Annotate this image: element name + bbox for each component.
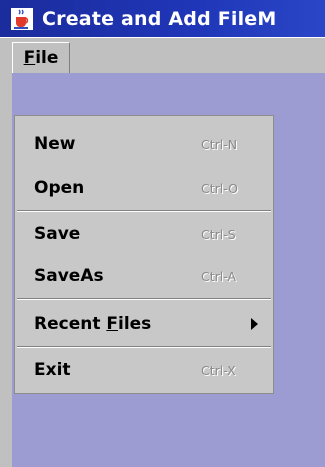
menu-file-rest: ile <box>35 48 59 68</box>
recent-files-label-after: iles <box>118 314 152 334</box>
recent-files-mnemonic: F <box>106 314 118 334</box>
title-bar[interactable]: Create and Add FileM <box>0 0 325 37</box>
submenu-arrow-icon <box>251 318 258 330</box>
application-window: Create and Add FileM File New Ctrl-N Ope… <box>0 0 325 467</box>
menu-item-open-accelerator: Ctrl-O <box>201 180 238 196</box>
menu-item-open-label: Open <box>34 178 85 198</box>
java-coffee-cup-icon <box>10 7 34 31</box>
menu-file-label: File <box>24 48 59 68</box>
menu-item-save[interactable]: Save Ctrl-S <box>15 212 273 256</box>
recent-files-label-before: Recent <box>34 314 107 334</box>
menu-file[interactable]: File <box>12 42 70 73</box>
menu-item-new-accelerator: Ctrl-N <box>201 136 238 152</box>
menu-item-save-as[interactable]: SaveAs Ctrl-A <box>15 254 273 298</box>
menu-item-exit-label: Exit <box>34 360 71 380</box>
menu-item-new-label: New <box>34 134 76 154</box>
menu-bar: File <box>0 37 325 73</box>
menu-item-exit-accelerator: Ctrl-X <box>201 362 236 378</box>
menu-item-save-label: Save <box>34 224 81 244</box>
menu-item-open[interactable]: Open Ctrl-O <box>15 166 273 210</box>
menu-item-exit[interactable]: Exit Ctrl-X <box>15 348 273 392</box>
menu-item-save-as-accelerator: Ctrl-A <box>201 268 237 284</box>
menu-item-recent-files[interactable]: Recent Files <box>15 302 273 346</box>
menu-item-save-accelerator: Ctrl-S <box>201 226 236 242</box>
menu-separator <box>17 298 271 300</box>
menu-item-save-as-label: SaveAs <box>34 266 104 286</box>
menu-file-mnemonic: F <box>23 48 36 68</box>
file-dropdown-menu: New Ctrl-N Open Ctrl-O Save Ctrl-S SaveA… <box>14 115 274 394</box>
window-title: Create and Add FileM <box>42 7 277 30</box>
menu-item-recent-files-label: Recent Files <box>34 314 151 334</box>
menu-item-new[interactable]: New Ctrl-N <box>15 122 273 166</box>
